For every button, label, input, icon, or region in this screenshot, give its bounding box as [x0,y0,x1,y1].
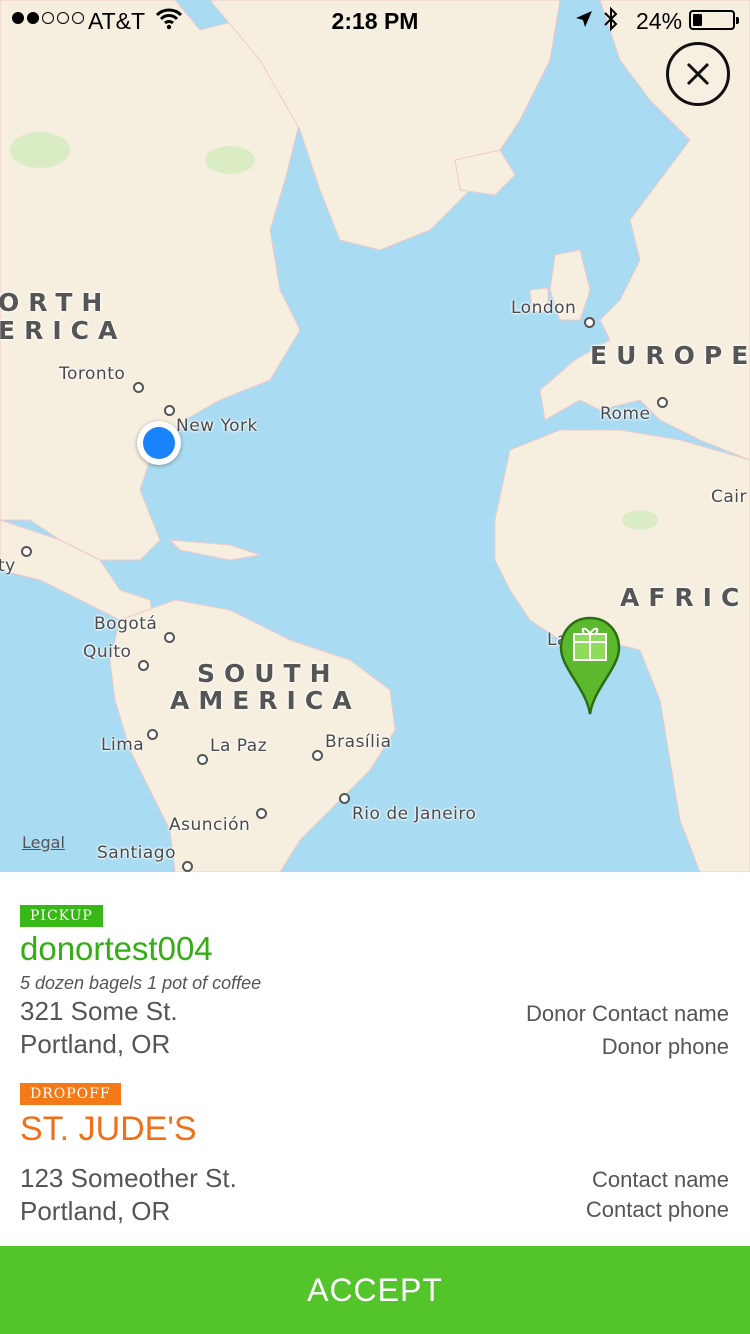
city-dot-la-paz [197,754,208,765]
map-label-asuncion: Asunción [169,815,251,835]
dropoff-address-line1: 123 Someother St. [20,1163,237,1193]
pickup-description: 5 dozen bagels 1 pot of coffee [20,973,262,993]
dropoff-contact-phone[interactable]: Contact phone [586,1197,729,1223]
map-label-south-america-line1: SOUTH [197,659,340,688]
pickup-contact-phone[interactable]: Donor phone [602,1034,729,1060]
pickup-donor-name: donortest004 [20,930,213,967]
map-label-rio: Rio de Janeiro [352,804,477,824]
city-dot-edge [21,546,32,557]
battery-level [693,14,702,26]
city-dot-asuncion [256,808,267,819]
city-dot-quito [138,660,149,671]
city-dot-santiago [182,861,193,872]
city-dot-rio [339,793,350,804]
map-label-north-america-line1: ORTH [0,288,112,317]
close-icon [686,62,710,86]
map-label-quito: Quito [83,642,132,662]
battery-icon [689,10,739,30]
gift-pin-icon [559,616,621,715]
pickup-tag: PICKUP [20,905,103,927]
city-dot-london [584,317,595,328]
map-label-north-america-line2: ERICA [0,316,127,345]
dropoff-contact-name[interactable]: Contact name [592,1167,729,1193]
city-dot-toronto [133,382,144,393]
legal-link[interactable]: Legal [22,833,65,852]
map-label-la-paz: La Paz [210,736,268,756]
delivery-details-panel: PICKUP donortest004 5 dozen bagels 1 pot… [0,872,750,1246]
pickup-contact-name[interactable]: Donor Contact name [526,1001,729,1027]
battery-percentage: 24% [636,8,683,34]
map-label-cairo: Cair [711,487,747,507]
location-arrow-icon [576,11,592,27]
pickup-address-line2: Portland, OR [20,1029,171,1059]
map-label-lima: Lima [101,735,145,755]
map-label-new-york: New York [176,416,258,436]
map-label-south-america-line2: AMERICA [170,686,361,715]
map-label-santiago: Santiago [97,843,176,863]
city-dot-new-york [164,405,175,416]
accept-button[interactable]: ACCEPT [0,1246,750,1334]
dropoff-recipient-name: ST. JUDE'S [20,1110,197,1148]
pickup-address-line1: 321 Some St. [20,996,178,1026]
user-location-marker [137,421,181,465]
city-dot-bogota [164,632,175,643]
dropoff-address-line2: Portland, OR [20,1196,171,1226]
map-label-bogota: Bogotá [94,614,158,634]
city-dot-rome [657,397,668,408]
city-dot-brasilia [312,750,323,761]
bluetooth-icon [604,6,618,32]
map-label-toronto: Toronto [59,364,126,384]
map-label-london: London [511,298,577,318]
map-label-city-edge: ty [0,556,16,576]
map-label-brasilia: Brasília [325,732,392,752]
city-dot-lima [147,729,158,740]
dropoff-tag: DROPOFF [20,1083,121,1105]
status-bar: AT&T 2:18 PM 24% [0,0,750,40]
map-label-europe: EUROPE [590,341,750,370]
pickup-map-pin[interactable] [558,616,622,721]
user-location-dot [143,427,175,459]
map-view[interactable]: ORTH ERICA EUROPE AFRIC SOUTH AMERICA To… [0,0,750,872]
close-button[interactable] [666,42,730,106]
map-label-africa: AFRIC [620,583,749,612]
map-label-rome: Rome [600,404,651,424]
